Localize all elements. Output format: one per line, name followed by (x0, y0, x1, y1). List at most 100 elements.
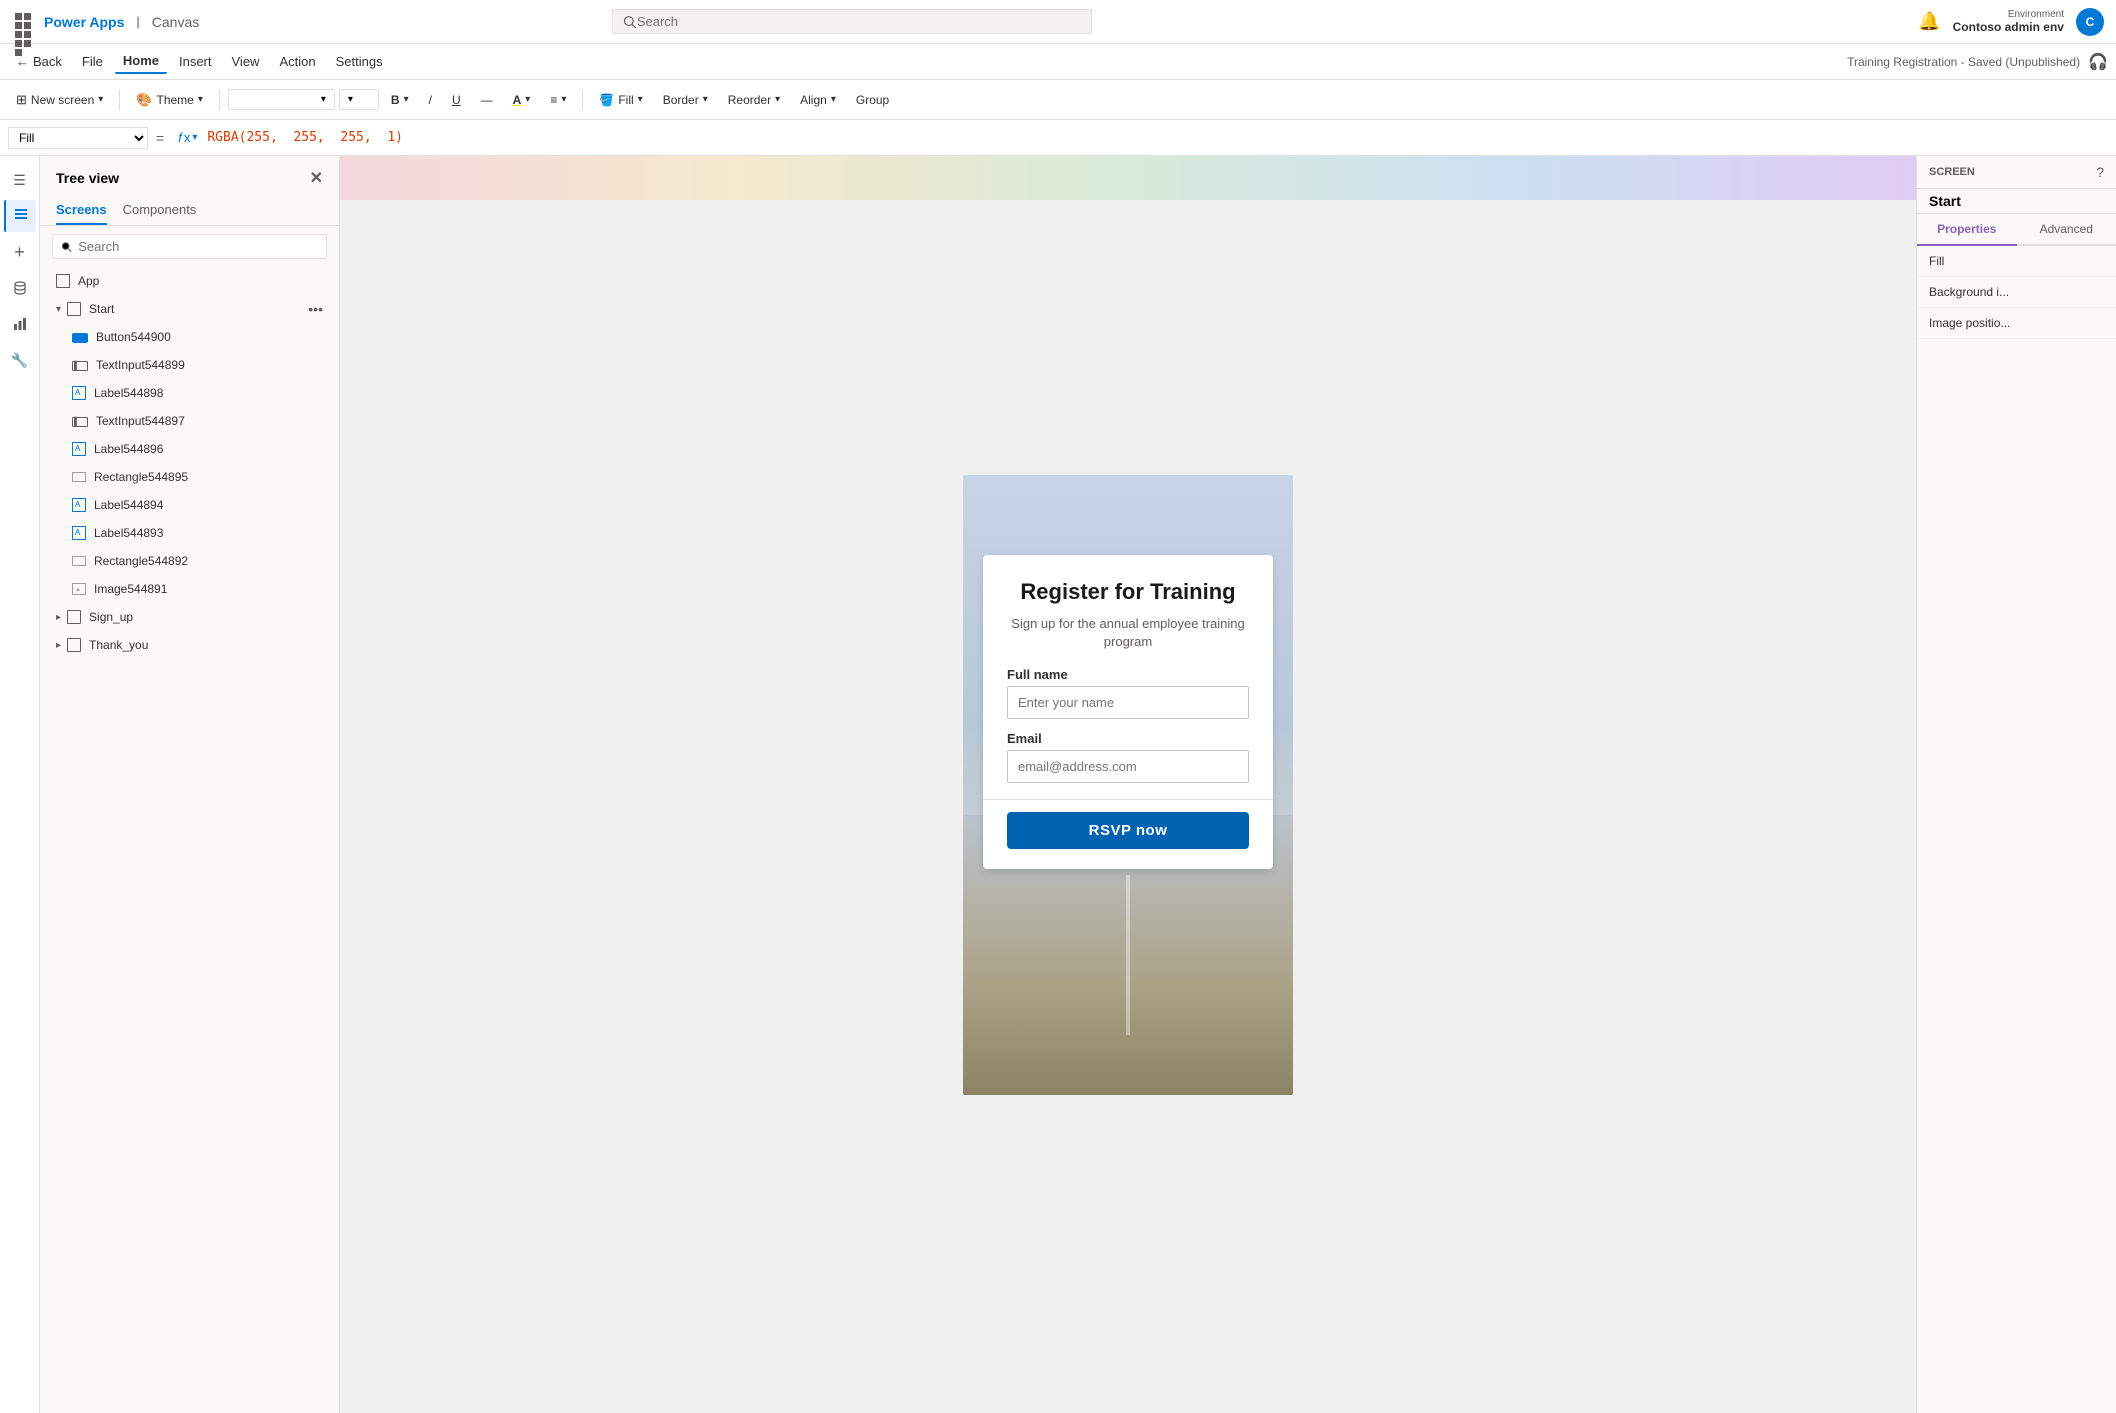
tree-item-label544898[interactable]: Label544898 (40, 379, 339, 407)
menu-insert[interactable]: Insert (171, 50, 220, 73)
tab-advanced[interactable]: Advanced (2017, 214, 2116, 244)
add-icon[interactable]: + (4, 236, 36, 268)
tree-item-rectangle544895[interactable]: Rectangle544895 (40, 463, 339, 491)
tree-item-button544900[interactable]: Button544900 (40, 323, 339, 351)
menu-home[interactable]: Home (115, 49, 167, 74)
full-name-input[interactable] (1007, 686, 1249, 719)
theme-chevron (198, 94, 203, 105)
app-title[interactable]: Power Apps (44, 14, 124, 30)
font-size-dropdown[interactable] (339, 89, 379, 110)
font-color-label: A (513, 93, 522, 107)
new-screen-chevron (98, 94, 103, 105)
rsvp-button[interactable]: RSVP now (1007, 812, 1249, 849)
new-screen-icon: ⊞ (16, 92, 27, 108)
tree-search-bar[interactable] (52, 234, 327, 259)
align-right-label: Align (800, 93, 827, 107)
property-selector[interactable]: Fill (8, 127, 148, 149)
signup-expand-icon[interactable] (56, 612, 61, 623)
tree-panel: Tree view ✕ Screens Components App (40, 156, 340, 1413)
align-label: ≡ (550, 93, 557, 107)
analytics-icon[interactable] (4, 308, 36, 340)
bold-button[interactable]: B (383, 89, 417, 111)
global-search-bar[interactable] (612, 9, 1092, 34)
email-label: Email (1007, 731, 1249, 746)
tree-search-input[interactable] (78, 239, 318, 254)
align-button[interactable]: ≡ (542, 89, 574, 111)
fill-button[interactable]: 🪣 Fill (591, 89, 650, 111)
thankyou-expand-icon[interactable] (56, 640, 61, 651)
toolbar: ⊞ New screen 🎨 Theme B / U — A ≡ 🪣 Fill (0, 80, 2116, 120)
tree-item-app[interactable]: App (40, 267, 339, 295)
prop-image-position[interactable]: Image positio... (1917, 308, 2116, 339)
align-right-button[interactable]: Align (792, 89, 844, 111)
tab-components[interactable]: Components (123, 196, 197, 225)
props-screen-name: Start (1917, 189, 2116, 214)
underline-button[interactable]: U (444, 89, 469, 111)
layers-icon[interactable] (4, 200, 36, 232)
tree-close-button[interactable]: ✕ (310, 168, 323, 188)
new-screen-button[interactable]: ⊞ New screen (8, 88, 111, 112)
tree-item-rectangle544892[interactable]: Rectangle544892 (40, 547, 339, 575)
tree-item-textinput544899[interactable]: TextInput544899 (40, 351, 339, 379)
tab-properties[interactable]: Properties (1917, 214, 2017, 246)
menu-view[interactable]: View (224, 50, 268, 73)
headset-icon[interactable]: 🎧 (2088, 52, 2108, 72)
hamburger-menu-icon[interactable]: ☰ (4, 164, 36, 196)
tree-item-thank-you[interactable]: Thank_you (40, 631, 339, 659)
start-expand-icon[interactable] (56, 304, 61, 315)
border-button[interactable]: Border (655, 89, 716, 111)
user-avatar[interactable]: C (2076, 8, 2104, 36)
back-arrow-icon: ← (16, 54, 29, 69)
back-label: Back (33, 54, 62, 69)
rect-icon-2 (72, 556, 86, 566)
border-label: Border (663, 93, 699, 107)
reorder-label: Reorder (728, 93, 771, 107)
form-subtitle: Sign up for the annual employee training… (1007, 615, 1249, 651)
reorder-button[interactable]: Reorder (720, 89, 788, 111)
formula-input[interactable] (207, 130, 2108, 145)
data-icon[interactable] (4, 272, 36, 304)
tree-item-label544894[interactable]: Label544894 (40, 491, 339, 519)
canvas-gradient-bg (340, 156, 1916, 200)
font-color-button[interactable]: A (505, 89, 539, 111)
textinput544897-label: TextInput544897 (96, 414, 185, 428)
start-screen-icon (67, 302, 81, 316)
tools-icon[interactable]: 🔧 (4, 344, 36, 376)
notification-icon[interactable]: 🔔 (1918, 11, 1940, 32)
strikethrough-button[interactable]: — (473, 89, 501, 111)
font-color-chevron (525, 94, 530, 105)
font-family-dropdown[interactable] (228, 89, 335, 110)
app-grid-icon[interactable] (12, 10, 36, 34)
theme-label: Theme (156, 93, 193, 107)
tree-item-label544896[interactable]: Label544896 (40, 435, 339, 463)
tab-screens[interactable]: Screens (56, 196, 107, 225)
button544900-label: Button544900 (96, 330, 171, 344)
italic-button[interactable]: / (421, 89, 440, 111)
tree-item-image544891[interactable]: Image544891 (40, 575, 339, 603)
start-more-icon[interactable]: ••• (308, 301, 323, 317)
tree-item-start[interactable]: Start ••• (40, 295, 339, 323)
menu-settings[interactable]: Settings (328, 50, 391, 73)
main-layout: ☰ + 🔧 Tree view (0, 156, 2116, 1413)
prop-fill[interactable]: Fill (1917, 246, 2116, 277)
menu-file[interactable]: File (74, 50, 111, 73)
tree-search-icon (61, 241, 72, 253)
font-family-chevron (321, 94, 326, 105)
tree-item-textinput544897[interactable]: TextInput544897 (40, 407, 339, 435)
email-input[interactable] (1007, 750, 1249, 783)
group-button[interactable]: Group (848, 89, 897, 111)
app-save-title: Training Registration - Saved (Unpublish… (1847, 55, 2080, 69)
theme-button[interactable]: 🎨 Theme (128, 88, 211, 112)
prop-background-image[interactable]: Background i... (1917, 277, 2116, 308)
tree-item-sign-up[interactable]: Sign_up (40, 603, 339, 631)
tree-view-title: Tree view (56, 170, 119, 186)
menu-action[interactable]: Action (271, 50, 323, 73)
search-input[interactable] (637, 14, 1081, 29)
bold-chevron (404, 94, 409, 105)
help-icon[interactable]: ? (2096, 164, 2104, 180)
fx-button[interactable]: f x ▾ (172, 130, 203, 145)
tree-item-label544893[interactable]: Label544893 (40, 519, 339, 547)
label-icon-4 (72, 526, 86, 540)
app-canvas-label: Canvas (152, 14, 199, 30)
group-label: Group (856, 93, 889, 107)
